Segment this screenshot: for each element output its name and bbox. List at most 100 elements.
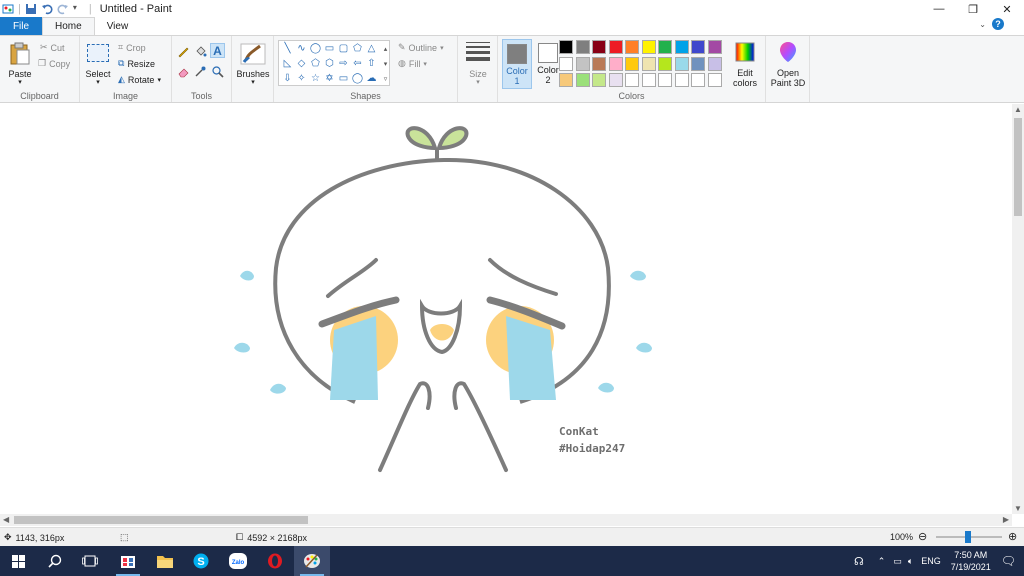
callout-oval-shape-icon[interactable]: ◯ <box>351 72 364 85</box>
customize-quick-access-icon[interactable]: ▾ <box>73 3 85 15</box>
palette-color-swatch[interactable] <box>625 56 639 71</box>
volume-icon[interactable]: 🔈︎ <box>908 556 913 567</box>
down-arrow-shape-icon[interactable]: ⇩ <box>281 72 294 85</box>
right-triangle-shape-icon[interactable]: ◺ <box>281 57 294 70</box>
shapes-scroll-down-icon[interactable]: ▾ <box>379 57 392 70</box>
drawing-canvas[interactable]: ConKat #Hoidap247 <box>0 104 1024 514</box>
palette-color-swatch[interactable] <box>592 73 606 87</box>
horizontal-scrollbar[interactable]: ◀ ▶ <box>0 514 1012 526</box>
select-button[interactable]: Select ▾ <box>84 40 112 88</box>
pentagon-shape-icon[interactable]: ⬠ <box>309 57 322 70</box>
palette-color-swatch[interactable] <box>691 56 705 71</box>
search-button[interactable] <box>37 546 73 576</box>
callout-cloud-shape-icon[interactable]: ☁ <box>365 72 378 85</box>
palette-color-swatch[interactable] <box>608 73 623 87</box>
six-point-star-shape-icon[interactable]: ✡ <box>323 72 336 85</box>
show-hidden-icons-icon[interactable]: ⌃ <box>878 556 886 567</box>
rotate-button[interactable]: ◭ Rotate ▾ <box>118 74 161 85</box>
color-picker-icon[interactable] <box>193 64 208 79</box>
taskbar-file-explorer[interactable] <box>147 546 183 576</box>
taskbar-skype[interactable]: S <box>183 546 219 576</box>
palette-color-swatch[interactable] <box>559 40 573 54</box>
scroll-right-icon[interactable]: ▶ <box>1003 515 1009 524</box>
left-arrow-shape-icon[interactable]: ⇦ <box>351 57 364 70</box>
diamond-shape-icon[interactable]: ◇ <box>295 57 308 70</box>
palette-color-swatch[interactable] <box>674 73 689 87</box>
palette-color-swatch[interactable] <box>707 56 722 71</box>
fill-bucket-icon[interactable] <box>193 44 208 59</box>
scroll-up-icon[interactable]: ▲ <box>1014 105 1022 114</box>
paste-dropdown-icon[interactable]: ▾ <box>4 78 36 86</box>
curve-shape-icon[interactable]: ∿ <box>295 42 308 55</box>
palette-color-swatch[interactable] <box>674 56 689 71</box>
magnifier-icon[interactable] <box>210 64 225 79</box>
minimize-icon[interactable]: — <box>922 0 956 18</box>
zoom-in-icon[interactable]: ⊕ <box>1008 530 1017 543</box>
five-point-star-shape-icon[interactable]: ☆ <box>309 72 322 85</box>
palette-color-swatch[interactable] <box>658 56 672 71</box>
scroll-down-icon[interactable]: ▼ <box>1014 504 1022 513</box>
tab-file[interactable]: File <box>0 17 42 35</box>
edit-colors-button[interactable]: Edit colors <box>728 40 762 88</box>
palette-color-swatch[interactable] <box>625 73 639 87</box>
palette-color-swatch[interactable] <box>658 73 672 87</box>
palette-color-swatch[interactable] <box>608 40 623 54</box>
palette-color-swatch[interactable] <box>592 56 606 71</box>
rectangle-shape-icon[interactable]: ▭ <box>323 42 336 55</box>
palette-color-swatch[interactable] <box>707 73 722 87</box>
callout-rect-shape-icon[interactable]: ▭ <box>337 72 350 85</box>
outline-button[interactable]: ✎ Outline ▾ <box>398 42 444 53</box>
palette-color-swatch[interactable] <box>674 40 689 54</box>
open-paint-3d-button[interactable]: Open Paint 3D <box>768 40 808 88</box>
people-icon[interactable]: ☊ <box>854 555 864 568</box>
palette-color-swatch[interactable] <box>707 40 722 54</box>
triangle-shape-icon[interactable]: △ <box>365 42 378 55</box>
zoom-out-icon[interactable]: ⊖ <box>918 530 927 543</box>
polygon-shape-icon[interactable]: ⬠ <box>351 42 364 55</box>
tab-home[interactable]: Home <box>42 17 95 35</box>
size-button[interactable]: Size ▾ <box>458 36 498 90</box>
help-icon[interactable]: ? <box>992 18 1004 30</box>
horizontal-scroll-thumb[interactable] <box>14 516 308 524</box>
close-icon[interactable]: ✕ <box>990 0 1024 18</box>
up-arrow-shape-icon[interactable]: ⇧ <box>365 57 378 70</box>
palette-color-swatch[interactable] <box>608 56 623 71</box>
taskbar-paint[interactable] <box>294 546 330 576</box>
eraser-icon[interactable] <box>176 64 191 79</box>
palette-color-swatch[interactable] <box>641 56 656 71</box>
tab-view[interactable]: View <box>95 17 141 35</box>
shapes-scroll-up-icon[interactable]: ▴ <box>379 42 392 55</box>
save-icon[interactable] <box>25 3 37 15</box>
select-dropdown-icon[interactable]: ▾ <box>84 78 112 86</box>
palette-color-swatch[interactable] <box>559 73 573 87</box>
palette-color-swatch[interactable] <box>575 56 590 71</box>
vertical-scroll-thumb[interactable] <box>1014 118 1022 216</box>
battery-icon[interactable]: ▭ <box>893 556 902 567</box>
shapes-more-icon[interactable]: ▿ <box>379 72 392 85</box>
vertical-scrollbar[interactable]: ▲ ▼ <box>1012 104 1024 514</box>
brushes-button[interactable]: Brushes ▾ <box>235 40 271 88</box>
clock[interactable]: 7:50 AM 7/19/2021 <box>947 549 995 573</box>
palette-color-swatch[interactable] <box>575 73 590 87</box>
palette-color-swatch[interactable] <box>559 56 573 71</box>
palette-color-swatch[interactable] <box>691 73 705 87</box>
redo-icon[interactable] <box>57 3 69 15</box>
notifications-icon[interactable]: 🗨︎ <box>1001 554 1016 568</box>
palette-color-swatch[interactable] <box>641 40 656 54</box>
pencil-icon[interactable] <box>176 44 191 59</box>
four-point-star-shape-icon[interactable]: ✧ <box>295 72 308 85</box>
color-1-button[interactable]: Color 1 <box>502 39 532 89</box>
right-arrow-shape-icon[interactable]: ⇨ <box>337 57 350 70</box>
text-tool-icon[interactable]: A <box>210 43 225 58</box>
palette-color-swatch[interactable] <box>658 40 672 54</box>
taskbar-zalo[interactable]: Zalo <box>220 546 256 576</box>
crop-button[interactable]: ⌗ Crop <box>118 42 146 53</box>
oval-shape-icon[interactable]: ◯ <box>309 42 322 55</box>
palette-color-swatch[interactable] <box>592 40 606 54</box>
language-indicator[interactable]: ENG <box>921 556 941 566</box>
paint-app-icon[interactable] <box>2 3 14 15</box>
start-button[interactable] <box>0 546 36 576</box>
scroll-left-icon[interactable]: ◀ <box>3 515 9 524</box>
task-view-button[interactable] <box>72 546 108 576</box>
palette-color-swatch[interactable] <box>625 40 639 54</box>
